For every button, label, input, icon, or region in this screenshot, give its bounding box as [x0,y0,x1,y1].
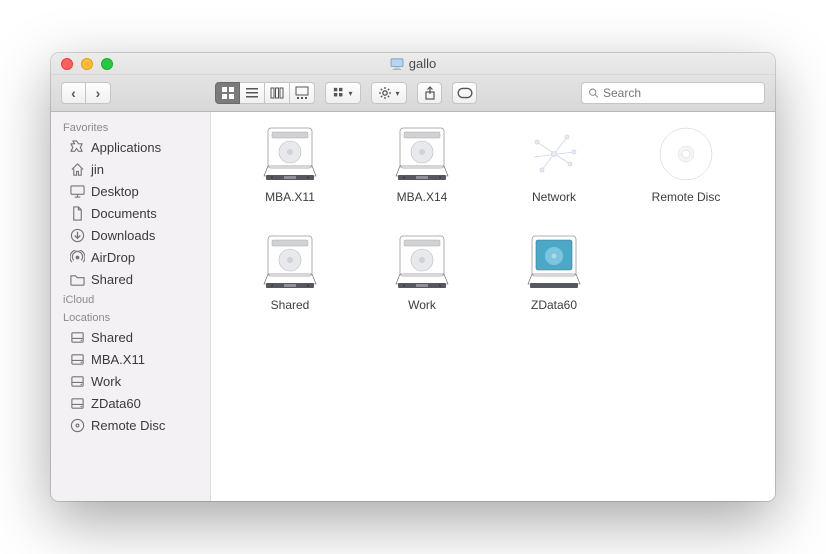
volume-network[interactable]: Network [489,122,619,204]
list-view-button[interactable] [240,82,265,104]
sidebar-item-mba-x11[interactable]: MBA.X11 [51,348,210,370]
search-input[interactable] [603,86,758,100]
sidebar-item-label: Shared [91,272,133,287]
back-button[interactable]: ‹ [61,82,86,104]
disk-icon [69,373,85,389]
finder-window: gallo ‹ › ▾ [51,53,775,501]
downloads-icon [69,227,85,243]
disk-icon [69,395,85,411]
sidebar: Favorites Applications jin Desktop Documents… [51,112,211,501]
disk-icon [69,351,85,367]
sidebar-item-shared[interactable]: Shared [51,326,210,348]
forward-button[interactable]: › [86,82,111,104]
hdd-icon [258,122,322,186]
sidebar-item-remote-disc[interactable]: Remote Disc [51,414,210,436]
navigation-buttons: ‹ › [61,82,111,104]
sidebar-item-airdrop[interactable]: AirDrop [51,246,210,268]
hdd-icon [390,230,454,294]
sidebar-section-label: Favorites [51,118,210,136]
sidebar-item-label: Shared [91,330,133,345]
sidebar-item-applications[interactable]: Applications [51,136,210,158]
airdrop-icon [69,249,85,265]
view-buttons [215,82,315,104]
sidebar-section-label: Locations [51,308,210,326]
tags-button[interactable] [452,82,477,104]
applications-icon [69,139,85,155]
icon-view-button[interactable] [215,82,240,104]
sidebar-item-label: Work [91,374,121,389]
sidebar-section-label: iCloud [51,290,210,308]
titlebar[interactable]: gallo [51,53,775,75]
main-pane[interactable]: MBA.X11 MBA.X14 Network Remote Disc Shared Wo… [211,112,775,501]
disk-icon [69,329,85,345]
volume-remote-disc[interactable]: Remote Disc [621,122,751,204]
sidebar-item-label: AirDrop [91,250,135,265]
cd-icon [69,417,85,433]
sidebar-item-desktop[interactable]: Desktop [51,180,210,202]
sidebar-item-label: ZData60 [91,396,141,411]
volume-zdata60[interactable]: ZData60 [489,230,619,312]
column-view-button[interactable] [265,82,290,104]
minimize-button[interactable] [81,58,93,70]
share-button[interactable] [417,82,442,104]
chevron-down-icon: ▾ [395,89,399,98]
chevron-down-icon: ▾ [348,89,352,98]
sidebar-item-shared[interactable]: Shared [51,268,210,290]
home-icon [69,161,85,177]
item-label: MBA.X11 [265,190,315,204]
item-label: Work [408,298,436,312]
sidebar-item-label: Downloads [91,228,155,243]
sidebar-item-jin[interactable]: jin [51,158,210,180]
zoom-button[interactable] [101,58,113,70]
tag-icon [457,86,473,100]
sidebar-item-label: Applications [91,140,161,155]
sidebar-item-zdata60[interactable]: ZData60 [51,392,210,414]
sidebar-item-documents[interactable]: Documents [51,202,210,224]
close-button[interactable] [61,58,73,70]
hdd-int-icon [522,230,586,294]
item-label: Network [532,190,576,204]
documents-icon [69,205,85,221]
hdd-icon [390,122,454,186]
icon-grid: MBA.X11 MBA.X14 Network Remote Disc Shared Wo… [225,122,761,312]
window-title: gallo [390,56,436,71]
computer-icon [390,58,404,70]
volume-mba-x14[interactable]: MBA.X14 [357,122,487,204]
folder-icon [69,271,85,287]
gallery-view-button[interactable] [290,82,315,104]
volume-mba-x11[interactable]: MBA.X11 [225,122,355,204]
share-icon [423,86,437,100]
cd-big-icon [654,122,718,186]
sidebar-item-downloads[interactable]: Downloads [51,224,210,246]
search-field[interactable] [581,82,765,104]
sidebar-item-label: Remote Disc [91,418,165,433]
sidebar-item-work[interactable]: Work [51,370,210,392]
volume-work[interactable]: Work [357,230,487,312]
sidebar-item-label: Documents [91,206,157,221]
sidebar-item-label: Desktop [91,184,139,199]
desktop-icon [69,183,85,199]
item-label: Remote Disc [652,190,721,204]
search-icon [588,87,599,99]
sidebar-item-label: MBA.X11 [91,352,145,367]
toolbar: ‹ › ▾ ▾ [51,75,775,112]
window-controls [61,58,113,70]
item-label: Shared [271,298,310,312]
arrange-button[interactable]: ▾ [325,82,361,104]
hdd-icon [258,230,322,294]
action-button[interactable]: ▾ [371,82,407,104]
item-label: MBA.X14 [397,190,448,204]
sidebar-item-label: jin [91,162,104,177]
gear-icon [378,86,392,100]
volume-shared[interactable]: Shared [225,230,355,312]
content-area: Favorites Applications jin Desktop Documents… [51,112,775,501]
network-icon [522,122,586,186]
item-label: ZData60 [531,298,577,312]
